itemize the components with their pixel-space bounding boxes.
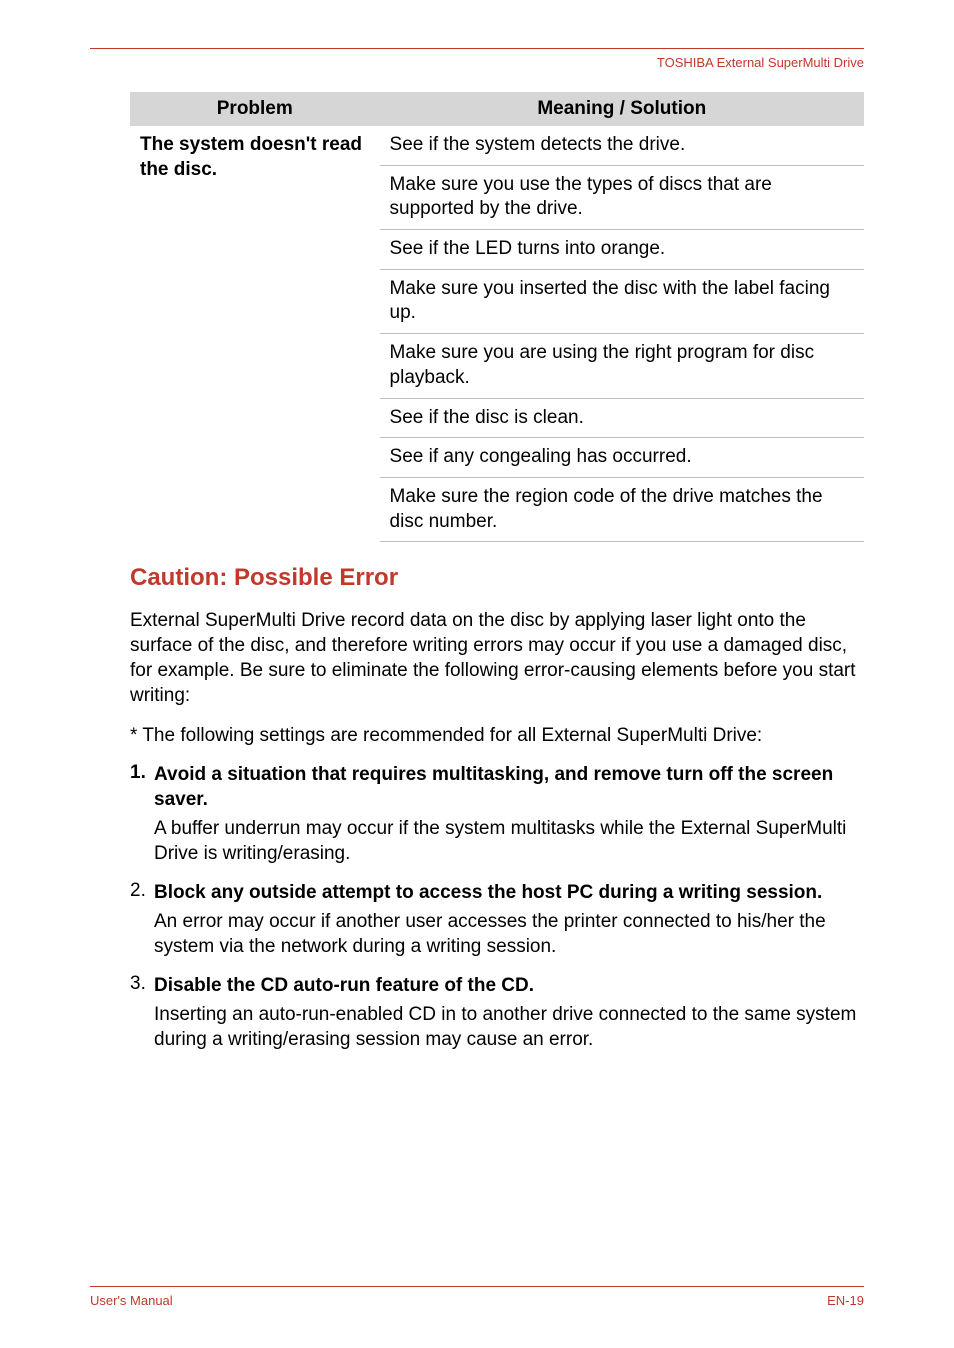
solution-cell: Make sure you are using the right progra… [380,334,864,398]
list-content: Avoid a situation that requires multitas… [154,762,864,876]
list-number: 3. [130,973,154,1062]
list-item: 3. Disable the CD auto-run feature of th… [130,973,864,1062]
section-heading-caution: Caution: Possible Error [130,564,864,592]
solution-cell: Make sure you use the types of discs tha… [380,165,864,229]
problem-cell: The system doesn't read the disc. [130,126,380,542]
table-header-row: Problem Meaning / Solution [130,92,864,126]
list-item: 1. Avoid a situation that requires multi… [130,762,864,876]
list-item-description: An error may occur if another user acces… [154,909,864,959]
table-row: The system doesn't read the disc. See if… [130,126,864,165]
footer-left-text: User's Manual [90,1293,173,1308]
header-rule [90,48,864,49]
footer-page-number: EN-19 [827,1293,864,1308]
footer-rule [90,1286,864,1287]
solution-cell: Make sure the region code of the drive m… [380,477,864,541]
page-footer: User's Manual EN-19 [90,1286,864,1308]
solution-cell: See if the disc is clean. [380,398,864,438]
numbered-list: 1. Avoid a situation that requires multi… [130,762,864,1063]
list-item-description: Inserting an auto-run-enabled CD in to a… [154,1002,864,1052]
solution-cell: See if the system detects the drive. [380,126,864,165]
document-page: TOSHIBA External SuperMulti Drive Proble… [0,0,954,1348]
troubleshooting-table: Problem Meaning / Solution The system do… [130,92,864,542]
list-item-title: Avoid a situation that requires multitas… [154,762,864,812]
header-product-name: TOSHIBA External SuperMulti Drive [90,55,864,70]
list-item: 2. Block any outside attempt to access t… [130,880,864,969]
solution-cell: See if the LED turns into orange. [380,230,864,270]
column-header-meaning: Meaning / Solution [380,92,864,126]
list-content: Disable the CD auto-run feature of the C… [154,973,864,1062]
body-paragraph: * The following settings are recommended… [130,723,864,748]
list-content: Block any outside attempt to access the … [154,880,864,969]
solution-cell: See if any congealing has occurred. [380,438,864,478]
list-number: 2. [130,880,154,969]
body-paragraph: External SuperMulti Drive record data on… [130,608,864,708]
list-item-title: Block any outside attempt to access the … [154,880,864,905]
list-item-title: Disable the CD auto-run feature of the C… [154,973,864,998]
column-header-problem: Problem [130,92,380,126]
solution-cell: Make sure you inserted the disc with the… [380,269,864,333]
list-item-description: A buffer underrun may occur if the syste… [154,816,864,866]
list-number: 1. [130,762,154,876]
footer-row: User's Manual EN-19 [90,1293,864,1308]
